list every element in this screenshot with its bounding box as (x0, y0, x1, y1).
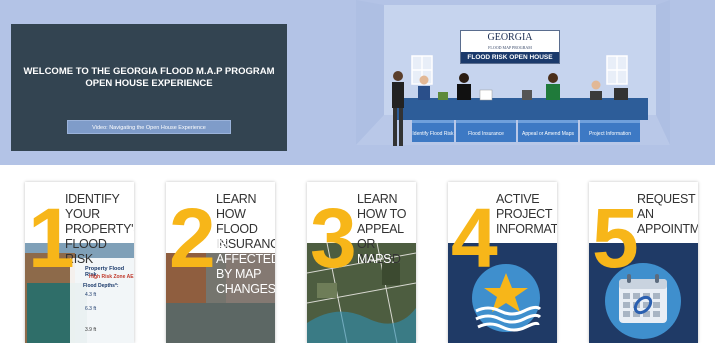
station-cards: 3.9 ft 1 IDENTIFY YOUR PROPERTY'S FLOOD … (0, 165, 715, 343)
card-number: 4 (451, 191, 498, 285)
sign-title: GEORGIA (487, 32, 533, 43)
card-number: 5 (592, 191, 639, 285)
window-right (606, 55, 628, 85)
person-3 (457, 73, 471, 100)
sign-subtitle: FLOOD MAP PROGRAM (488, 45, 532, 50)
card-number: 2 (169, 191, 216, 285)
card-appeal-amend-maps[interactable]: 3 LEARN HOW TO APPEAL OR AMEND MAPS. (307, 182, 416, 343)
card-request-appointment[interactable]: 5 REQUEST AN APPOINTMENT (589, 182, 698, 343)
hero-banner: WELCOME TO THE GEORGIA FLOOD M.A.P PROGR… (0, 0, 715, 165)
person-2 (418, 75, 430, 100)
video-button[interactable]: Video: Navigating the Open House Experie… (67, 120, 231, 134)
welcome-panel: WELCOME TO THE GEORGIA FLOOD M.A.P PROGR… (11, 24, 287, 151)
inner-value-2: 6.3 ft (85, 306, 97, 312)
card-identify-flood-risk[interactable]: 3.9 ft 1 IDENTIFY YOUR PROPERTY'S FLOOD … (25, 182, 134, 343)
booth-flood-insurance[interactable]: Flood Insurance (456, 120, 516, 142)
open-house-sign: GEORGIA FLOOD MAP PROGRAM FLOOD RISK OPE… (460, 30, 560, 64)
sign-banner: FLOOD RISK OPEN HOUSE (461, 52, 559, 63)
card-flood-insurance[interactable]: 2 LEARN HOW FLOOD INSURANCE IS AFFECTED … (166, 182, 275, 343)
card-number: 3 (310, 191, 357, 285)
inner-value-3: 3.9 ft (85, 327, 97, 333)
card-label: REQUEST AN APPOINTMENT (637, 192, 698, 236)
booth-project-information[interactable]: Project Information (580, 120, 640, 142)
inner-value-1: 4.3 ft (85, 292, 97, 298)
person-4 (546, 73, 560, 100)
card-number: 1 (28, 191, 75, 285)
card-label-light: MAPS. (357, 252, 395, 266)
inner-zone: High Risk Zone AE (89, 274, 134, 280)
booth-appeal-amend-maps[interactable]: Appeal or Amend Maps (518, 120, 578, 142)
card-label: IDENTIFY YOUR PROPERTY'S FLOOD RISK (65, 192, 134, 266)
welcome-title: WELCOME TO THE GEORGIA FLOOD M.A.P PROGR… (23, 66, 275, 89)
inner-depth: Flood Depths*: (83, 283, 119, 289)
card-label: ACTIVE PROJECT INFORMATION (496, 192, 557, 236)
card-label-light: IS AFFECTED BY MAP CHANGES. (216, 237, 275, 296)
booth-identify-flood-risk[interactable]: Identify Flood Risk (412, 120, 454, 142)
open-house-room: Identify Flood Risk Flood Insurance Appe… (356, 0, 670, 165)
card-project-information[interactable]: 4 ACTIVE PROJECT INFORMATION (448, 182, 557, 343)
